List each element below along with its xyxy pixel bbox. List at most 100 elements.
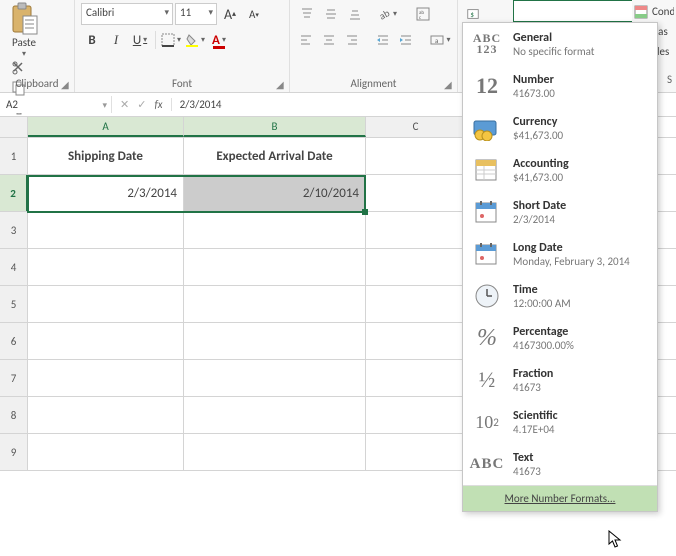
- conditional-formatting-label: Conditional Formatting: [652, 5, 674, 18]
- align-bottom-button[interactable]: [344, 3, 366, 25]
- align-middle-button[interactable]: [320, 3, 342, 25]
- align-right-button[interactable]: [342, 29, 363, 51]
- orientation-button[interactable]: ab: [376, 3, 398, 25]
- cell-c9[interactable]: [366, 434, 466, 470]
- cell-a7[interactable]: [28, 360, 184, 396]
- cell-a4[interactable]: [28, 249, 184, 285]
- fill-color-button[interactable]: [184, 29, 206, 51]
- format-option-scientific[interactable]: 102 Scientific4.17E+04: [463, 401, 657, 443]
- row-header-6[interactable]: 6: [0, 323, 28, 359]
- format-option-number[interactable]: 12 Number41673.00: [463, 65, 657, 107]
- align-left-button[interactable]: [296, 29, 317, 51]
- cell-b5[interactable]: [184, 286, 366, 322]
- cell-c5[interactable]: [366, 286, 466, 322]
- paste-button[interactable]: Paste ▾: [6, 2, 42, 59]
- font-color-button[interactable]: A: [208, 29, 230, 51]
- cell-b4[interactable]: [184, 249, 366, 285]
- row-header-8[interactable]: 8: [0, 397, 28, 433]
- borders-button[interactable]: [160, 29, 182, 51]
- cell-a8[interactable]: [28, 397, 184, 433]
- align-center-button[interactable]: [319, 29, 340, 51]
- clipboard-launcher[interactable]: ◢: [61, 78, 71, 88]
- fx-icon[interactable]: fx: [154, 98, 162, 111]
- cell-b8[interactable]: [184, 397, 366, 433]
- cell-b3[interactable]: [184, 212, 366, 248]
- font-name-combo[interactable]: Calibri: [81, 3, 173, 25]
- percentage-icon: %: [471, 323, 503, 353]
- conditional-formatting-button[interactable]: Conditional Formatting: [634, 2, 674, 22]
- cell-b6[interactable]: [184, 323, 366, 359]
- cell-b2[interactable]: 2/10/2014: [184, 175, 366, 211]
- cell-a1[interactable]: Shipping Date: [28, 138, 184, 174]
- cell-a9[interactable]: [28, 434, 184, 470]
- time-icon: [471, 281, 503, 311]
- bold-button[interactable]: B: [81, 29, 103, 51]
- format-option-longdate[interactable]: Long DateMonday, February 3, 2014: [463, 233, 657, 275]
- row-header-2[interactable]: 2: [0, 175, 28, 211]
- format-title: Text: [513, 451, 649, 465]
- svg-text:$: $: [470, 10, 474, 19]
- scientific-icon: 102: [471, 407, 503, 437]
- format-example: 12:00:00 AM: [513, 297, 649, 310]
- column-header-b[interactable]: B: [184, 117, 366, 137]
- italic-button[interactable]: I: [105, 29, 127, 51]
- column-header-c[interactable]: C: [366, 117, 466, 137]
- cell-a2[interactable]: 2/3/2014: [28, 175, 184, 211]
- row-header-5[interactable]: 5: [0, 286, 28, 322]
- format-option-currency[interactable]: Currency$41,673.00: [463, 107, 657, 149]
- select-all-corner[interactable]: [0, 117, 28, 137]
- increase-indent-button[interactable]: [396, 29, 417, 51]
- cancel-formula-icon[interactable]: ✕: [120, 98, 129, 111]
- cell-a6[interactable]: [28, 323, 184, 359]
- decrease-indent-button[interactable]: [373, 29, 394, 51]
- mouse-cursor: [608, 530, 624, 550]
- format-option-shortdate[interactable]: Short Date2/3/2014: [463, 191, 657, 233]
- cell-b9[interactable]: [184, 434, 366, 470]
- cell-c8[interactable]: [366, 397, 466, 433]
- cell-c6[interactable]: [366, 323, 466, 359]
- enter-formula-icon[interactable]: ✓: [137, 98, 146, 111]
- format-option-accounting[interactable]: Accounting$41,673.00: [463, 149, 657, 191]
- cell-c4[interactable]: [366, 249, 466, 285]
- row-header-4[interactable]: 4: [0, 249, 28, 285]
- more-number-formats-button[interactable]: More Number Formats...: [463, 485, 657, 511]
- cell-a3[interactable]: [28, 212, 184, 248]
- format-option-time[interactable]: Time12:00:00 AM: [463, 275, 657, 317]
- font-size-combo[interactable]: 11: [175, 3, 217, 25]
- fraction-icon: ½: [471, 365, 503, 395]
- group-font: Calibri 11 A▴ A▾ B I U A Font ◢: [75, 0, 290, 92]
- row-header-3[interactable]: 3: [0, 212, 28, 248]
- cell-b7[interactable]: [184, 360, 366, 396]
- format-title: Time: [513, 283, 649, 297]
- cell-c2[interactable]: [366, 175, 466, 211]
- format-title: Accounting: [513, 157, 649, 171]
- format-option-general[interactable]: ABC123 GeneralNo specific format: [463, 23, 657, 65]
- row-header-9[interactable]: 9: [0, 434, 28, 470]
- number-format-dropdown: ABC123 GeneralNo specific format 12 Numb…: [462, 22, 658, 512]
- cell-c1[interactable]: [366, 138, 466, 174]
- cell-c3[interactable]: [366, 212, 466, 248]
- column-header-a[interactable]: A: [28, 117, 184, 137]
- format-option-fraction[interactable]: ½ Fraction41673: [463, 359, 657, 401]
- merge-center-button[interactable]: a: [430, 29, 451, 51]
- cell-c7[interactable]: [366, 360, 466, 396]
- svg-text:ab: ab: [377, 7, 391, 21]
- format-example: 41673: [513, 381, 649, 394]
- group-alignment: ab abc a Alignment ◢: [290, 0, 458, 92]
- row-header-7[interactable]: 7: [0, 360, 28, 396]
- cell-b1[interactable]: Expected Arrival Date: [184, 138, 366, 174]
- increase-font-button[interactable]: A▴: [219, 3, 241, 25]
- wrap-text-button[interactable]: abc: [412, 3, 434, 25]
- row-header-1[interactable]: 1: [0, 138, 28, 174]
- alignment-launcher[interactable]: ◢: [444, 78, 454, 88]
- cell-a5[interactable]: [28, 286, 184, 322]
- decrease-font-button[interactable]: A▾: [243, 3, 265, 25]
- underline-button[interactable]: U: [129, 29, 151, 51]
- name-box[interactable]: A2: [0, 96, 112, 113]
- format-title: Short Date: [513, 199, 649, 213]
- format-option-percentage[interactable]: % Percentage4167300.00%: [463, 317, 657, 359]
- format-option-text[interactable]: ABC Text41673: [463, 443, 657, 485]
- font-launcher[interactable]: ◢: [276, 78, 286, 88]
- align-top-button[interactable]: [296, 3, 318, 25]
- number-icon: 12: [471, 71, 503, 101]
